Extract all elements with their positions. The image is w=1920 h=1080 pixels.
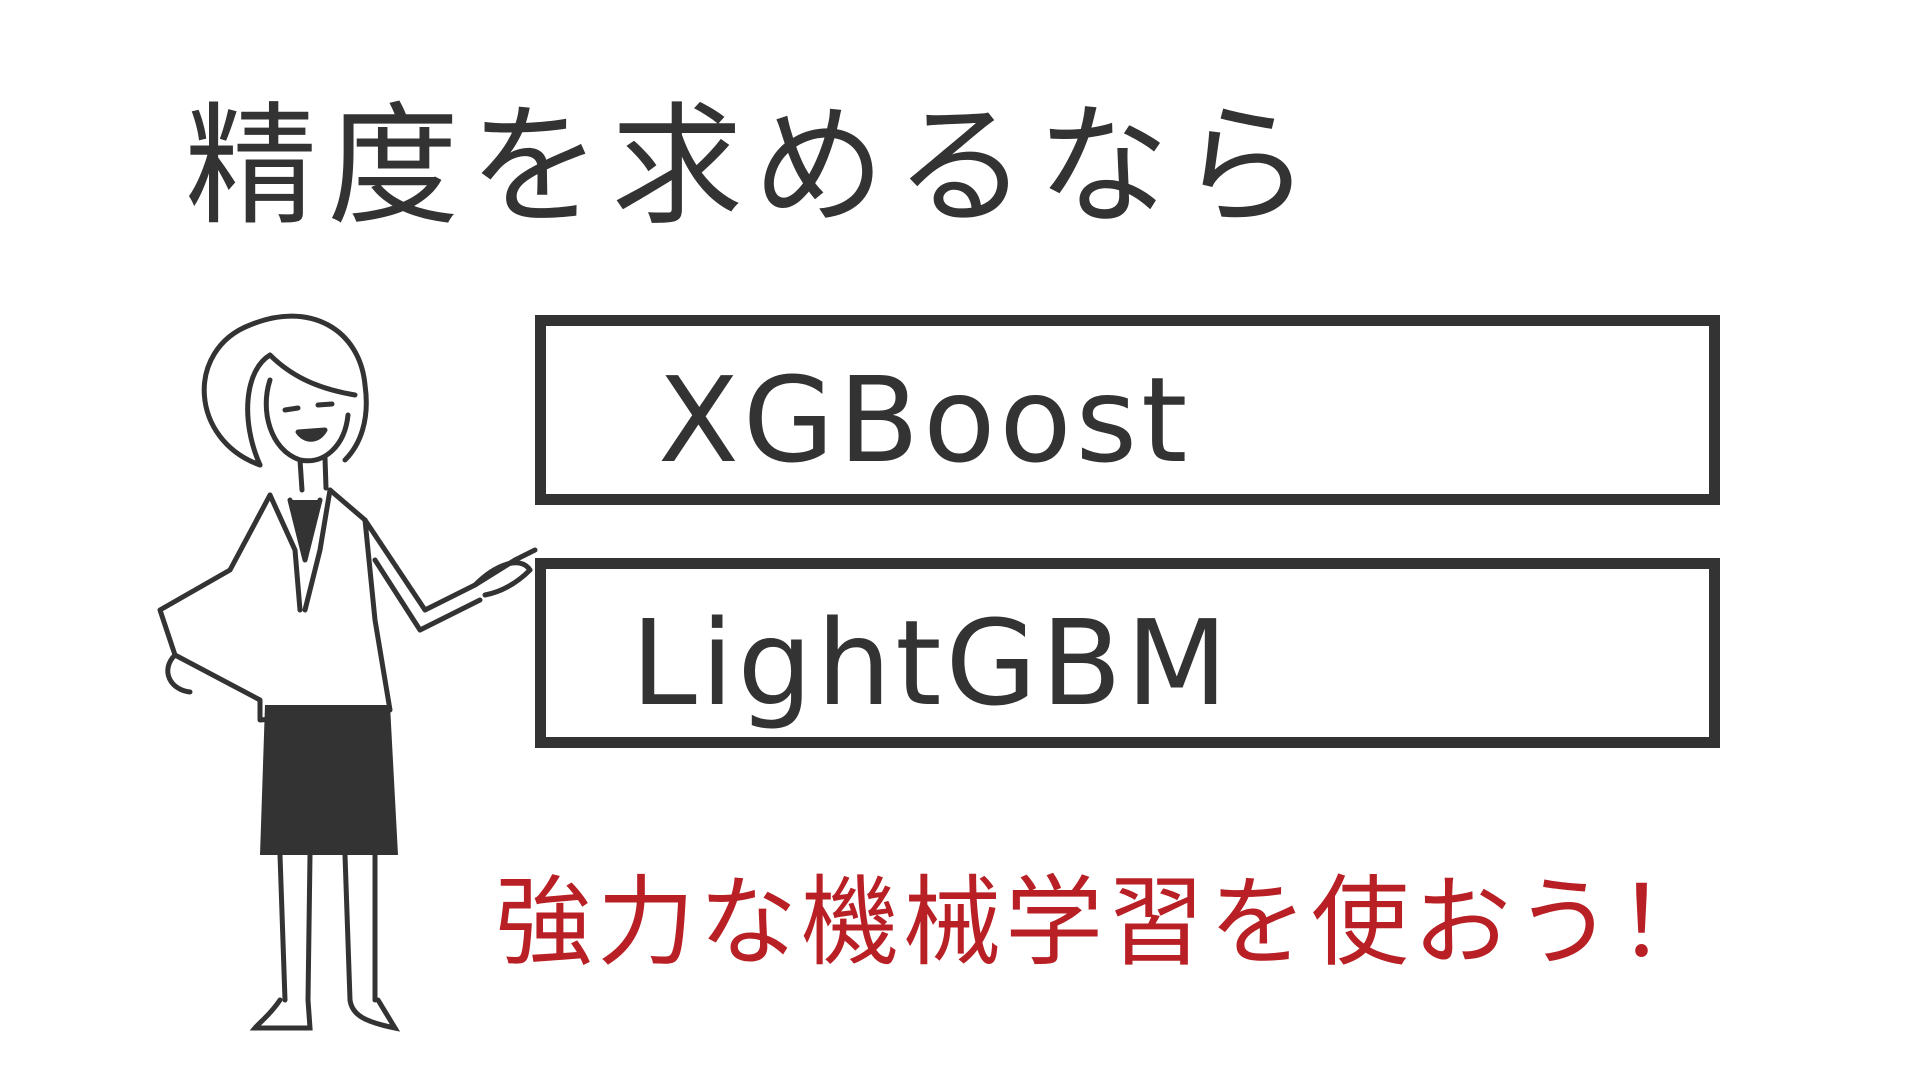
headline: 精度を求めるなら: [185, 90, 1321, 244]
lightgbm-card: LightGBM: [535, 558, 1720, 748]
slogan: 強力な機械学習を使おう！: [495, 866, 1720, 980]
xgboost-card: XGBoost: [535, 315, 1720, 505]
presenter-illustration: [157, 313, 538, 1032]
lightgbm-label: LightGBM: [631, 594, 1232, 732]
xgboost-label: XGBoost: [658, 351, 1192, 489]
